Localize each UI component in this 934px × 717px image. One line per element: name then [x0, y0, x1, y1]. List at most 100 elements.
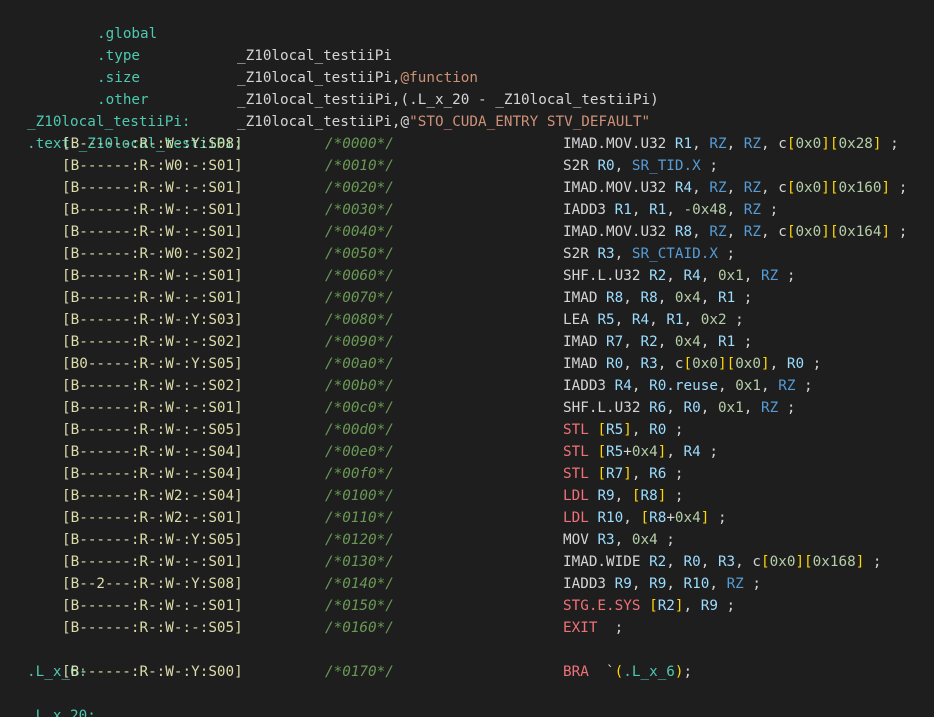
zero-register: RZ	[709, 224, 727, 240]
immediate-value: 0x0	[795, 224, 822, 240]
address-comment: /*0070*/	[325, 290, 394, 306]
punctuation: ,	[666, 576, 684, 592]
code-line: .text._Z10local_testiiPi:	[0, 111, 934, 152]
opcode: IMAD	[563, 334, 598, 350]
bracket: ]	[623, 422, 632, 438]
address-comment: /*0050*/	[325, 246, 394, 262]
register: R8	[640, 290, 658, 306]
code-line: .type _Z10local_testiiPi,@function	[0, 23, 934, 86]
immediate-value: 0x28	[838, 136, 873, 152]
code-line: .global _Z10local_testiiPi	[0, 1, 934, 64]
punctuation: ;	[717, 246, 736, 262]
bracket: ][	[821, 136, 839, 152]
punctuation: ,	[726, 202, 744, 218]
punctuation: ,	[683, 312, 701, 328]
zero-register: RZ	[778, 378, 796, 394]
punctuation: ,	[761, 378, 779, 394]
control-code: [B------:R-:W-:Y:S03]	[62, 312, 243, 328]
punctuation: ;	[657, 532, 675, 548]
control-code: [B------:R-:W0:-:S01]	[62, 158, 243, 174]
instruction-line: [B------:R-:W-:-:S01] /*0070*/ IMAD R8, R8…	[0, 287, 934, 309]
instruction-line: [B------:R-:W-:-:S05] /*00d0*/ STL [R5], R…	[0, 419, 934, 441]
control-code: [B0-----:R-:W-:Y:S05]	[62, 356, 243, 372]
assembly-code-editor[interactable]: .global _Z10local_testiiPi .type _Z10loc…	[0, 0, 934, 717]
punctuation: ;	[666, 466, 684, 482]
instruction-line: [B------:R-:W-:Y:S05] /*0120*/ MOV R3, 0x4…	[0, 529, 934, 551]
punctuation: ,	[623, 356, 641, 372]
register: R2	[649, 268, 667, 284]
instruction-line: [B------:R-:W-:Y:S08] /*0000*/ IMAD.MOV.U3…	[0, 133, 934, 155]
punctuation: ,	[631, 466, 650, 482]
control-code: [B------:R-:W-:Y:S08]	[62, 136, 243, 152]
immediate-value: -0x48	[683, 202, 727, 218]
opcode: IADD3	[563, 576, 607, 592]
control-code: [B------:R-:W-:-:S01]	[62, 180, 243, 196]
instruction-text: S2R R0, SR_TID.X ;	[563, 155, 718, 177]
immediate-value: 0x0	[735, 356, 762, 372]
opcode: IADD3	[563, 202, 607, 218]
register: R4	[683, 444, 701, 460]
address-comment: /*0060*/	[325, 268, 394, 284]
opcode: STL	[563, 444, 589, 460]
punctuation: ,	[700, 290, 718, 306]
register: R3	[640, 356, 658, 372]
bracket: ][	[821, 180, 839, 196]
address-comment: /*0020*/	[325, 180, 394, 196]
instruction-text: IMAD.MOV.U32 R1, RZ, RZ, c[0x0][0x28] ;	[563, 133, 899, 155]
punctuation: ,	[700, 554, 718, 570]
punctuation: ,	[631, 576, 650, 592]
punctuation: ,	[726, 180, 744, 196]
register: R4	[614, 378, 632, 394]
punctuation: ,	[657, 290, 675, 306]
opcode: IMAD.WIDE	[563, 554, 641, 570]
instruction-text: MOV R3, 0x4 ;	[563, 529, 675, 551]
instruction-text: EXIT ;	[563, 617, 623, 639]
control-code: [B------:R-:W-:-:S01]	[62, 224, 243, 240]
bracket: [	[761, 554, 770, 570]
punctuation: ,	[666, 400, 684, 416]
immediate-value: 0x0	[769, 554, 796, 570]
register: R0	[649, 422, 667, 438]
opcode: SHF.L.U32	[563, 400, 641, 416]
opcode: MOV	[563, 532, 589, 548]
control-code: [B------:R-:W2:-:S01]	[62, 510, 243, 526]
punctuation: ,	[657, 334, 675, 350]
opcode: IMAD	[563, 356, 598, 372]
address-comment: /*0140*/	[325, 576, 394, 592]
punctuation: ,	[717, 378, 736, 394]
opcode: IMAD.MOV.U32	[563, 136, 667, 152]
register: R4	[674, 180, 693, 196]
special-register: SR_TID.X	[631, 158, 701, 174]
bracket: [	[597, 444, 607, 460]
punctuation: ;	[709, 510, 727, 526]
opcode: EXIT	[563, 620, 598, 636]
register: R1	[614, 202, 632, 218]
punctuation: ,	[692, 180, 710, 196]
opcode: S2R	[563, 246, 589, 262]
code-line: .L_x_20:	[0, 683, 934, 717]
register: R5	[606, 422, 624, 438]
punctuation: ,	[726, 136, 744, 152]
register: R4	[683, 268, 701, 284]
instruction-line: [B------:R-:W-:-:S01] /*0040*/ IMAD.MOV.U3…	[0, 221, 934, 243]
address-comment: /*0000*/	[325, 136, 394, 152]
immediate-value: 0x2	[700, 312, 727, 328]
register: R0	[786, 356, 805, 372]
instruction-text: STL [R5], R0 ;	[563, 419, 684, 441]
immediate-value: 0x4	[674, 334, 701, 350]
opcode: IADD3	[563, 378, 607, 394]
immediate-value: 0x0	[692, 356, 718, 372]
zero-register: RZ	[743, 202, 762, 218]
control-code: [B------:R-:W-:-:S05]	[62, 620, 243, 636]
register: R10	[683, 576, 710, 592]
address-comment: /*00e0*/	[325, 444, 394, 460]
instruction-line: [B------:R-:W-:-:S04] /*00e0*/ STL [R5+0x4…	[0, 441, 934, 463]
control-code: [B------:R-:W-:-:S04]	[62, 466, 243, 482]
instruction-line: [B------:R-:W-:-:S01] /*0130*/ IMAD.WIDE R…	[0, 551, 934, 573]
punctuation: ;	[666, 488, 684, 504]
punctuation: ,	[700, 400, 718, 416]
register: R5	[606, 444, 624, 460]
punctuation: ;	[735, 290, 753, 306]
control-code: [B------:R-:W-:-:S04]	[62, 444, 243, 460]
instruction-line: [B------:R-:W2:-:S04] /*0100*/ LDL R9, [R8…	[0, 485, 934, 507]
